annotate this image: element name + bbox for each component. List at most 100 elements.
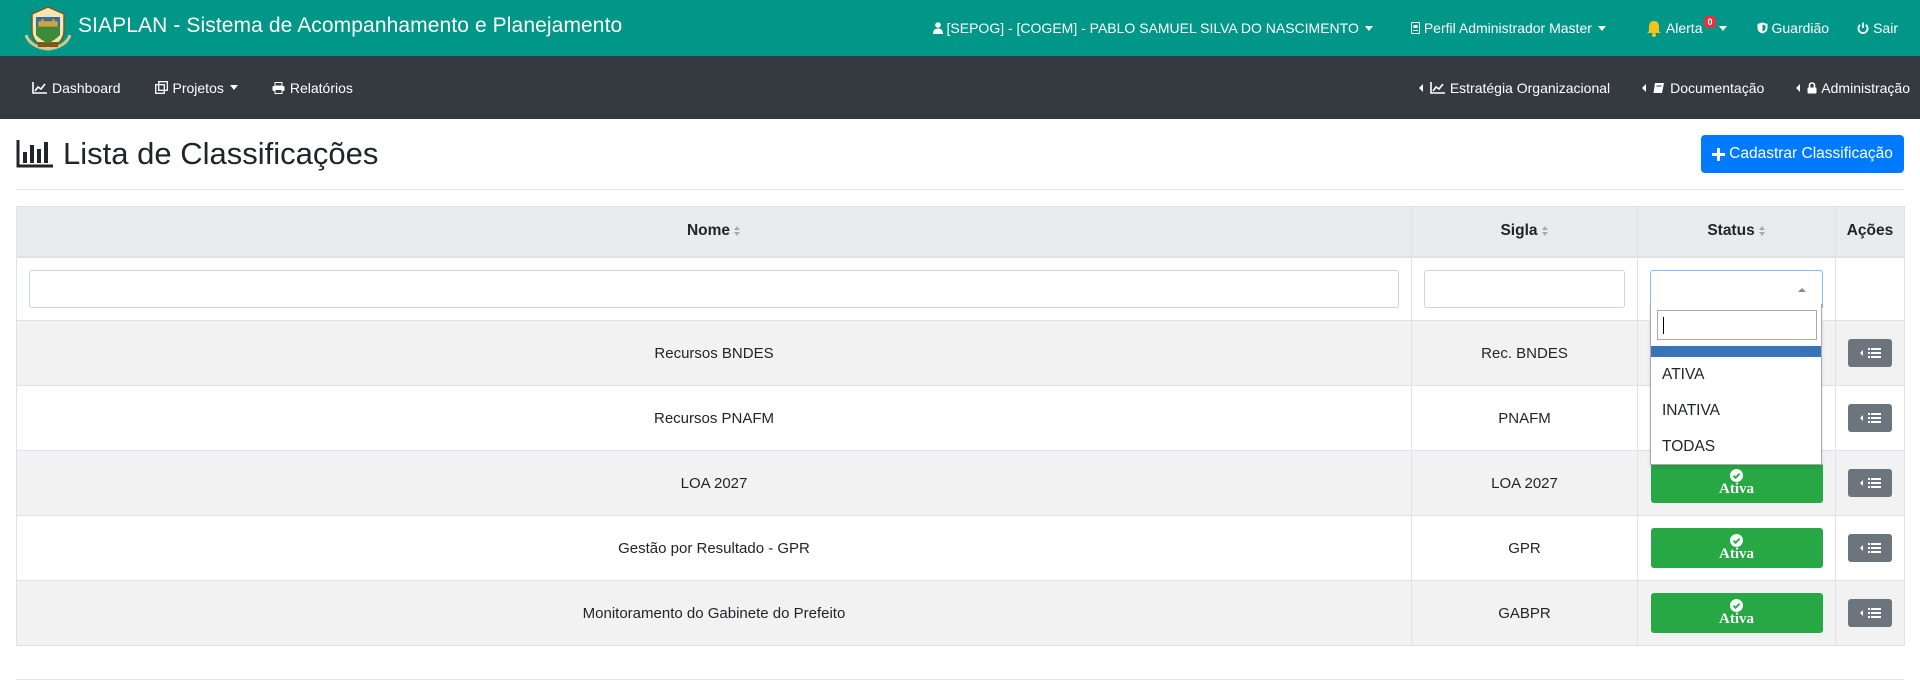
- bar-chart-icon: [16, 140, 53, 168]
- caret-left-icon: [1859, 545, 1863, 551]
- divider: [16, 679, 1904, 680]
- brand[interactable]: SIAPLAN - Sistema de Acompanhamento e Pl…: [24, 0, 622, 56]
- status-label: Ativa: [1719, 546, 1754, 562]
- chevron-down-icon: [1718, 25, 1727, 31]
- line-chart-icon: [1430, 81, 1445, 94]
- nav-label: Projetos: [172, 79, 224, 96]
- status-label: Ativa: [1719, 611, 1754, 627]
- print-icon: [272, 81, 285, 94]
- sort-icon: [1758, 226, 1766, 237]
- cell-status: Ativa: [1637, 580, 1836, 646]
- nav-documentacao[interactable]: Documentação: [1642, 80, 1764, 96]
- nav-label: Administração: [1821, 79, 1910, 96]
- user-menu[interactable]: [SEPOG] - [COGEM] - PABLO SAMUEL SILVA D…: [932, 20, 1373, 36]
- chevron-down-icon: [1364, 25, 1373, 31]
- status-active-button[interactable]: Ativa: [1650, 463, 1823, 503]
- row-actions-button[interactable]: [1848, 599, 1892, 627]
- top-bar: SIAPLAN - Sistema de Acompanhamento e Pl…: [0, 0, 1920, 56]
- app-title: SIAPLAN - Sistema de Acompanhamento e Pl…: [78, 14, 623, 37]
- list-icon: [1867, 348, 1881, 358]
- nav-projetos[interactable]: Projetos: [154, 79, 238, 96]
- nome-filter-input[interactable]: [29, 269, 1399, 308]
- book-icon: [1653, 82, 1665, 93]
- cell-nome: Recursos BNDES: [16, 320, 1412, 386]
- nav-estrategia[interactable]: Estratégia Organizacional: [1418, 79, 1611, 96]
- table-row: Gestão por Resultado - GPR GPR Ativa: [16, 515, 1905, 581]
- cell-acoes: [1835, 515, 1905, 581]
- row-actions-button[interactable]: [1848, 469, 1892, 497]
- nav-administracao[interactable]: Administração: [1796, 80, 1910, 96]
- dropdown-option-inativa[interactable]: INATIVA: [1662, 402, 1720, 420]
- filter-row: [16, 256, 1905, 321]
- list-icon: [1867, 478, 1881, 488]
- cell-acoes: [1835, 450, 1905, 516]
- alert-label: Alerta: [1665, 20, 1703, 36]
- caret-left-icon: [1642, 83, 1647, 92]
- nav-dashboard[interactable]: Dashboard: [32, 80, 121, 96]
- cell-acoes: [1835, 320, 1905, 386]
- cell-nome: Recursos PNAFM: [16, 385, 1412, 451]
- dropdown-search-input[interactable]: [1657, 310, 1817, 340]
- alert-menu[interactable]: Alerta 0: [1646, 16, 1727, 37]
- page-heading: Lista de Classificações: [16, 136, 378, 172]
- cell-sigla: LOA 2027: [1411, 450, 1638, 516]
- dropdown-option-todas[interactable]: TODAS: [1662, 438, 1715, 456]
- classifications-table: Nome Sigla Status Ações Recursos BNDES R…: [16, 206, 1905, 646]
- status-filter-select[interactable]: [1650, 269, 1823, 308]
- nav-label: Documentação: [1670, 79, 1765, 96]
- guardian-link[interactable]: Guardião: [1757, 20, 1829, 36]
- user-icon: [932, 22, 943, 34]
- status-active-button[interactable]: Ativa: [1650, 593, 1823, 633]
- profile-menu[interactable]: Perfil Administrador Master: [1410, 20, 1606, 36]
- cell-nome: Monitoramento do Gabinete do Prefeito: [16, 580, 1412, 646]
- add-button-label: Cadastrar Classificação: [1729, 145, 1893, 162]
- column-header-nome[interactable]: Nome: [16, 206, 1412, 258]
- main-nav: Dashboard Projetos Relatórios Estratégia…: [0, 56, 1920, 119]
- table-row: Recursos PNAFM PNAFM: [16, 385, 1905, 451]
- nav-label: Relatórios: [289, 79, 353, 96]
- cell-sigla: GABPR: [1411, 580, 1638, 646]
- column-header-sigla[interactable]: Sigla: [1411, 206, 1638, 258]
- bell-icon: [1646, 20, 1661, 37]
- cell-acoes: [1835, 580, 1905, 646]
- row-actions-button[interactable]: [1848, 404, 1892, 432]
- list-icon: [1867, 413, 1881, 423]
- status-active-button[interactable]: Ativa: [1650, 528, 1823, 568]
- table-row: LOA 2027 LOA 2027 Ativa: [16, 450, 1905, 516]
- dropdown-option-ativa[interactable]: ATIVA: [1662, 366, 1705, 384]
- nav-relatorios[interactable]: Relatórios: [272, 80, 353, 96]
- power-icon: [1857, 22, 1869, 34]
- sort-icon: [734, 226, 741, 237]
- user-label: [SEPOG] - [COGEM] - PABLO SAMUEL SILVA D…: [946, 20, 1359, 36]
- alert-count-badge: 0: [1704, 16, 1716, 28]
- cell-sigla: GPR: [1411, 515, 1638, 581]
- column-header-status[interactable]: Status: [1637, 206, 1836, 258]
- text-cursor: [1663, 317, 1664, 334]
- caret-left-icon: [1859, 415, 1863, 421]
- shield-icon: [1757, 22, 1767, 34]
- caret-left-icon: [1418, 83, 1423, 92]
- sigla-filter-input[interactable]: [1424, 269, 1625, 308]
- cell-status: Ativa: [1637, 515, 1836, 581]
- add-classification-button[interactable]: Cadastrar Classificação: [1701, 135, 1904, 173]
- status-label: Ativa: [1719, 481, 1754, 497]
- logout-link[interactable]: Sair: [1857, 20, 1898, 36]
- sort-icon: [1541, 226, 1549, 237]
- table-row: Monitoramento do Gabinete do Prefeito GA…: [16, 580, 1905, 646]
- cell-nome: Gestão por Resultado - GPR: [16, 515, 1412, 581]
- cell-acoes: [1835, 385, 1905, 451]
- table-row: Recursos BNDES Rec. BNDES: [16, 320, 1905, 386]
- nav-label: Estratégia Organizacional: [1449, 79, 1611, 96]
- clone-icon: [154, 81, 168, 94]
- chevron-down-icon: [229, 85, 238, 90]
- line-chart-icon: [32, 81, 47, 94]
- row-actions-button[interactable]: [1848, 534, 1892, 562]
- dropdown-option-empty[interactable]: [1651, 346, 1821, 357]
- plus-icon: [1712, 147, 1726, 161]
- lock-icon: [1807, 81, 1817, 93]
- status-dropdown: ATIVA INATIVA TODAS: [1650, 304, 1822, 465]
- page-title: Lista de Classificações: [63, 136, 379, 171]
- column-header-acoes: Ações: [1835, 206, 1905, 258]
- row-actions-button[interactable]: [1848, 339, 1892, 367]
- caret-left-icon: [1859, 610, 1863, 616]
